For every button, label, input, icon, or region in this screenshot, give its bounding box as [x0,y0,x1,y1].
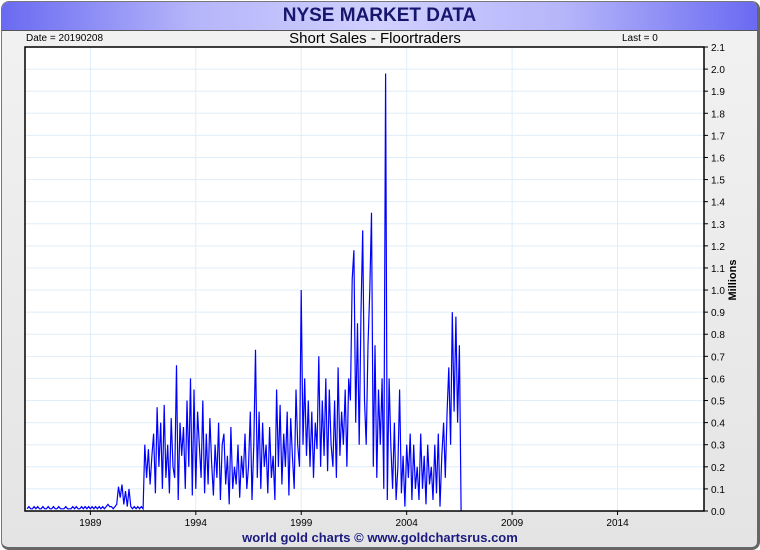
y-tick-label: 1.2 [711,242,725,253]
y-tick-label: 1.6 [711,153,725,164]
y-tick-label: 2.0 [711,65,725,76]
x-tick-label: 1989 [79,518,102,529]
x-tick-label: 2009 [501,518,524,529]
y-tick-label: 0.5 [711,397,725,408]
y-tick-label: 0.7 [711,352,725,363]
y-tick-label: 0.2 [711,463,725,474]
y-tick-label: 0.3 [711,441,725,452]
y-tick-label: 0.6 [711,374,725,385]
y-tick-label: 1.5 [711,176,725,187]
y-tick-label: 1.1 [711,264,725,275]
plot-area [25,47,704,511]
y-tick-label: 1.8 [711,109,725,120]
chart-plot: 0.0 0.1 0.2 0.3 0.4 0.5 0.6 0.7 0.8 0.9 1.0 1.1 1.2 1… [24,43,725,529]
y-tick-label: 1.4 [711,198,725,209]
x-tick-label: 2004 [396,518,419,529]
y-tick-label: 1.9 [711,87,725,98]
y-tick-label: 1.0 [711,286,725,297]
y-tick-label: 0.8 [711,330,725,341]
x-tick-label: 1994 [185,518,208,529]
y-tick-label: 0.9 [711,308,725,319]
y-tick-label: 1.7 [711,131,725,142]
y-tick-label: 2.1 [711,43,725,54]
footer-credit: world gold charts © www.goldchartsrus.co… [242,530,518,545]
y-tick-label: 0.4 [711,419,725,430]
y-tick-label: 0.0 [711,507,725,518]
x-tick-label: 1999 [290,518,313,529]
y-tick-label: 0.1 [711,485,725,496]
y-tick-label: 1.3 [711,220,725,231]
x-tick-label: 2014 [606,518,629,529]
